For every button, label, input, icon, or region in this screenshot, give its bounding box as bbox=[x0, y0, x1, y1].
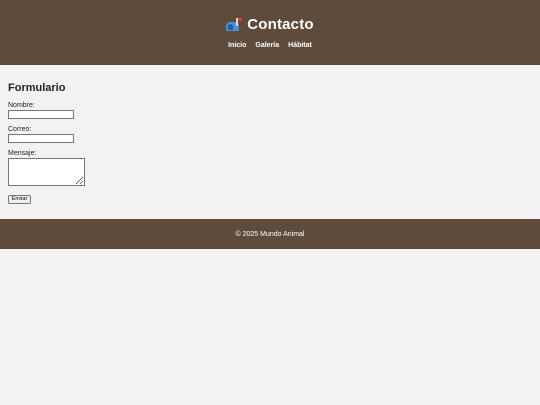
page-title: Contacto bbox=[247, 16, 314, 33]
main-nav: Inicio Galería Hábitat bbox=[0, 42, 540, 49]
email-label: Correo: bbox=[8, 126, 32, 133]
mailbox-icon bbox=[226, 17, 243, 32]
message-label: Mensaje: bbox=[8, 150, 37, 157]
footer-copyright: © 2025 Mundo Animal bbox=[235, 230, 305, 238]
message-textarea[interactable] bbox=[8, 158, 85, 186]
name-input[interactable] bbox=[8, 110, 74, 119]
site-footer: © 2025 Mundo Animal bbox=[0, 219, 540, 249]
nav-link-inicio[interactable]: Inicio bbox=[228, 42, 246, 49]
nav-link-galeria[interactable]: Galería bbox=[255, 42, 279, 49]
name-label: Nombre: bbox=[8, 102, 35, 109]
page-title-row: Contacto bbox=[0, 16, 540, 33]
site-header: Contacto Inicio Galería Hábitat bbox=[0, 0, 540, 65]
submit-button[interactable]: Enviar bbox=[8, 195, 31, 204]
email-input[interactable] bbox=[8, 134, 74, 143]
form-title: Formulario bbox=[8, 82, 66, 94]
nav-link-habitat[interactable]: Hábitat bbox=[288, 42, 312, 49]
